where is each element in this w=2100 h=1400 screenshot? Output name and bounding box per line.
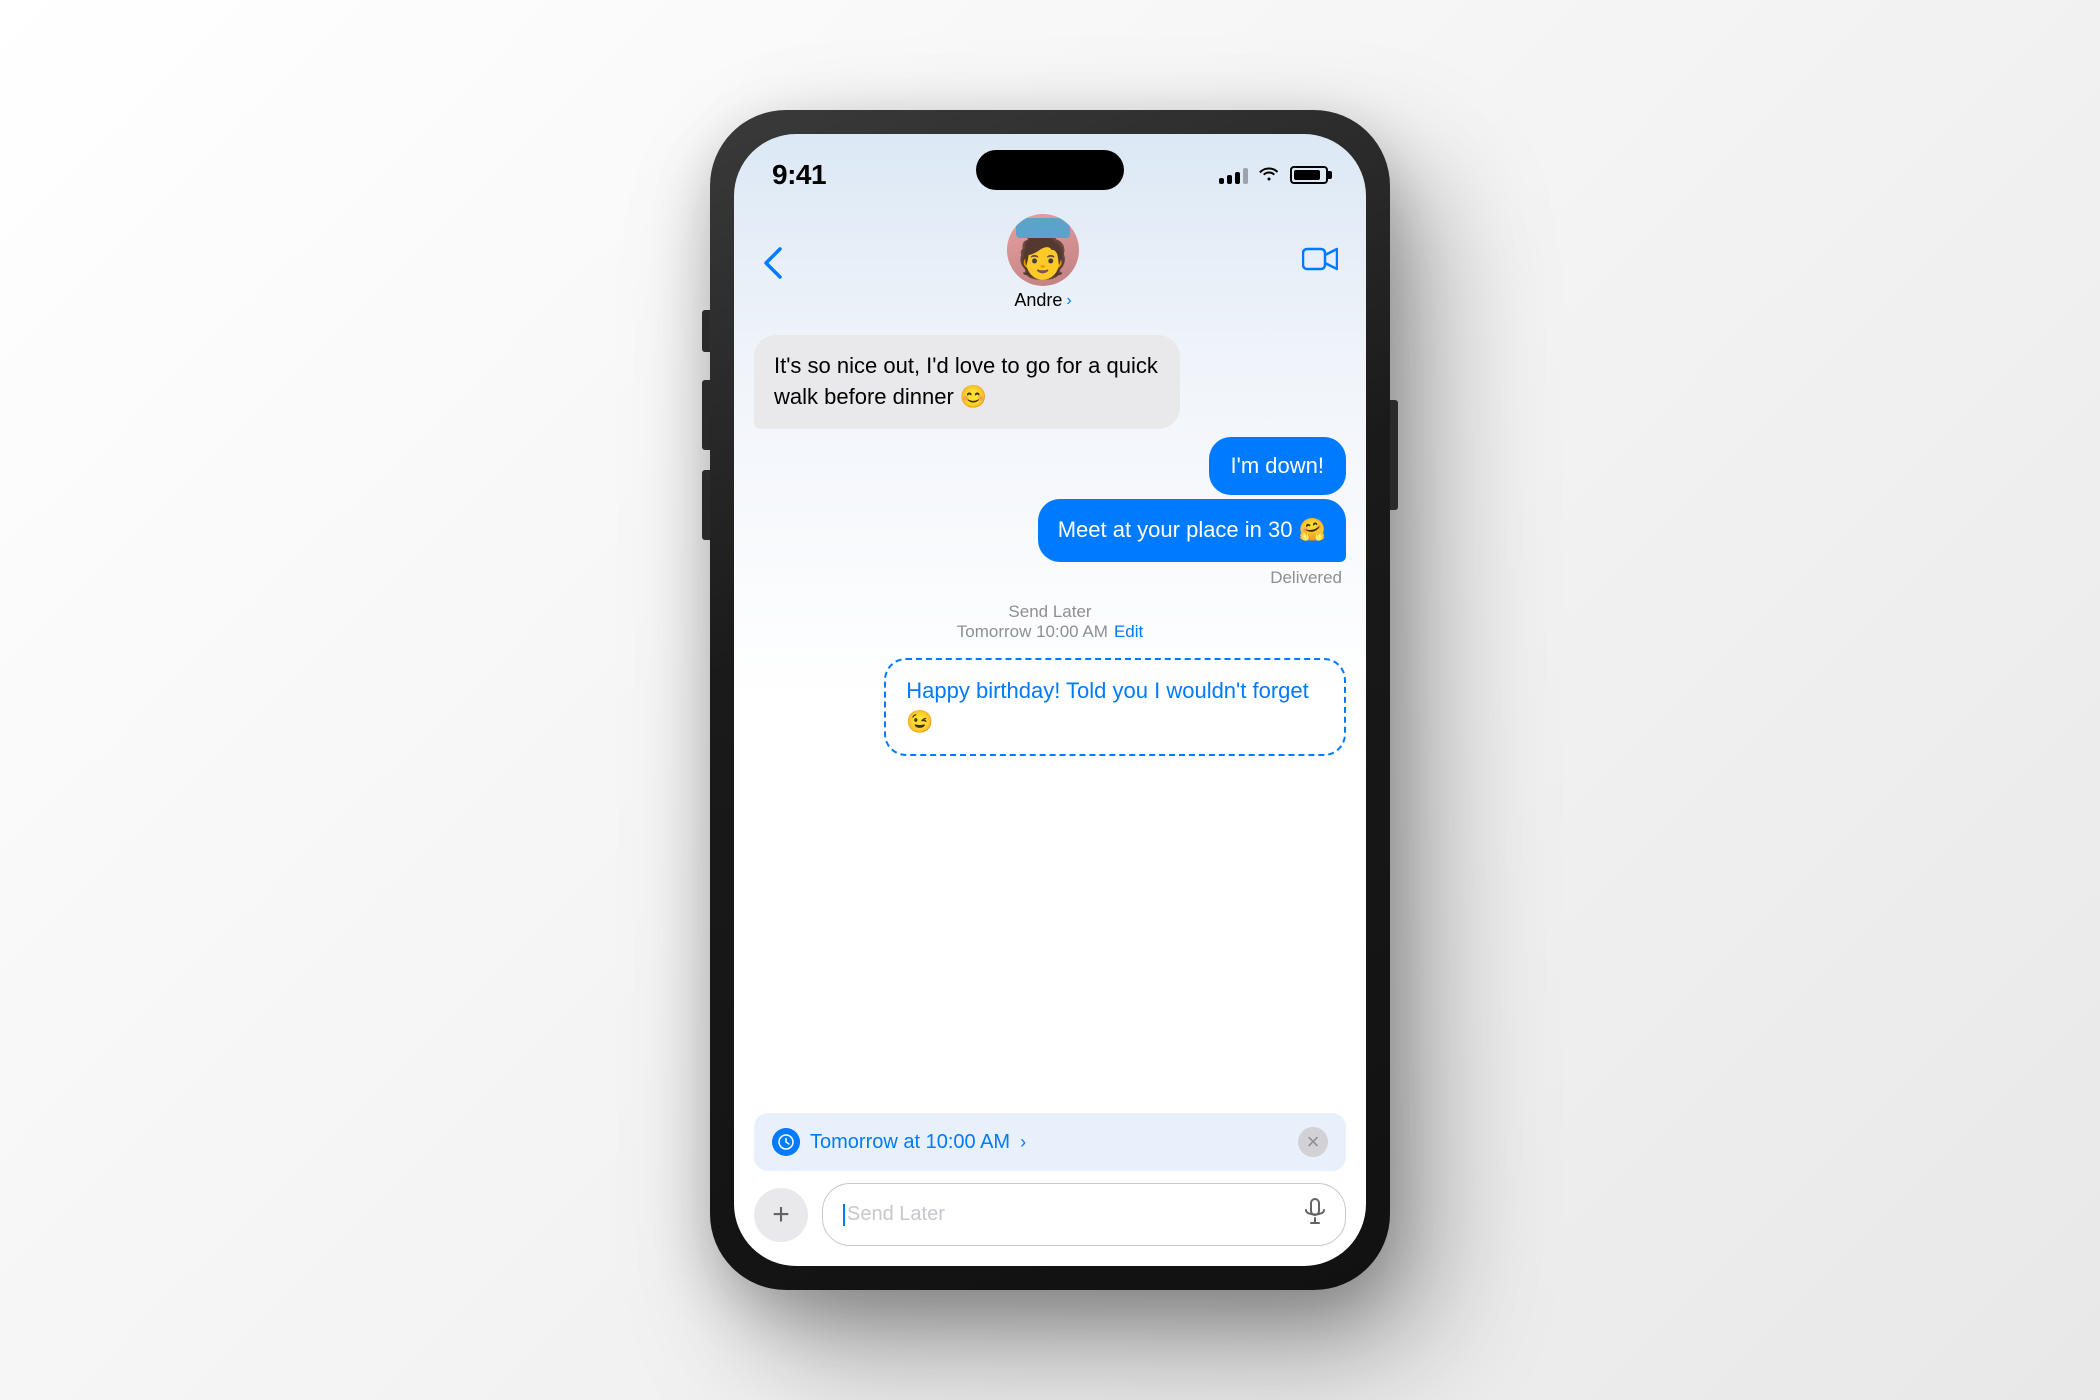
back-button[interactable] xyxy=(762,245,784,281)
sent-messages-group: I'm down! Meet at your place in 30 🤗 Del… xyxy=(754,437,1346,589)
sent-message-2-text: Meet at your place in 30 🤗 xyxy=(1058,517,1326,542)
received-message-text: It's so nice out, I'd love to go for a q… xyxy=(774,353,1158,409)
received-message-1: It's so nice out, I'd love to go for a q… xyxy=(754,335,1180,429)
scene: 9:41 xyxy=(0,0,2100,1400)
status-time: 9:41 xyxy=(772,159,826,191)
signal-bars-icon xyxy=(1219,166,1248,184)
phone-frame: 9:41 xyxy=(710,110,1390,1290)
phone-screen: 9:41 xyxy=(734,134,1366,1266)
volume-down-button xyxy=(702,470,710,540)
input-row: + Send Later xyxy=(754,1183,1346,1246)
sent-message-2: Meet at your place in 30 🤗 xyxy=(1038,499,1346,562)
close-icon: × xyxy=(1307,1129,1320,1155)
nav-header: 🧑 Andre › xyxy=(734,206,1366,327)
contact-name: Andre › xyxy=(1014,290,1071,311)
contact-name-text: Andre xyxy=(1014,290,1062,311)
silent-switch xyxy=(702,310,710,352)
dynamic-island xyxy=(976,150,1124,190)
send-later-time: Tomorrow 10:00 AM Edit xyxy=(754,622,1346,642)
send-later-pill-text: Tomorrow at 10:00 AM xyxy=(810,1131,1010,1154)
scheduled-message-text: Happy birthday! Told you I wouldn't forg… xyxy=(906,678,1308,734)
delivered-status: Delivered xyxy=(1270,568,1346,588)
send-later-pill-info: Tomorrow at 10:00 AM › xyxy=(772,1128,1026,1156)
input-cursor xyxy=(843,1204,845,1226)
wifi-icon xyxy=(1258,165,1280,186)
send-later-time-text: Tomorrow 10:00 AM xyxy=(957,622,1108,642)
avatar: 🧑 xyxy=(1007,214,1079,286)
contact-info[interactable]: 🧑 Andre › xyxy=(1007,214,1079,311)
add-attachment-button[interactable]: + xyxy=(754,1188,808,1242)
send-later-pill-chevron-icon: › xyxy=(1020,1132,1026,1153)
volume-up-button xyxy=(702,380,710,450)
power-button xyxy=(1390,400,1398,510)
messages-area: It's so nice out, I'd love to go for a q… xyxy=(734,327,1366,1105)
message-input-placeholder: Send Later xyxy=(847,1203,1305,1226)
contact-chevron-icon: › xyxy=(1066,292,1071,310)
sent-message-1-text: I'm down! xyxy=(1231,453,1324,478)
bottom-area: Tomorrow at 10:00 AM › × + Send Later xyxy=(734,1105,1366,1266)
video-call-button[interactable] xyxy=(1302,245,1338,280)
edit-send-later-button[interactable]: Edit xyxy=(1114,622,1143,642)
send-later-label: Send Later xyxy=(754,602,1346,622)
battery-fill xyxy=(1294,170,1320,180)
send-later-info: Send Later Tomorrow 10:00 AM Edit xyxy=(754,602,1346,642)
status-icons xyxy=(1219,165,1328,186)
message-input[interactable]: Send Later xyxy=(822,1183,1346,1246)
battery-icon xyxy=(1290,166,1328,184)
sent-message-1: I'm down! xyxy=(1209,437,1346,496)
send-later-pill[interactable]: Tomorrow at 10:00 AM › × xyxy=(754,1113,1346,1171)
plus-icon: + xyxy=(772,1198,790,1232)
close-send-later-button[interactable]: × xyxy=(1298,1127,1328,1157)
scheduled-message: Happy birthday! Told you I wouldn't forg… xyxy=(884,658,1346,756)
clock-icon xyxy=(772,1128,800,1156)
microphone-icon[interactable] xyxy=(1305,1198,1325,1231)
